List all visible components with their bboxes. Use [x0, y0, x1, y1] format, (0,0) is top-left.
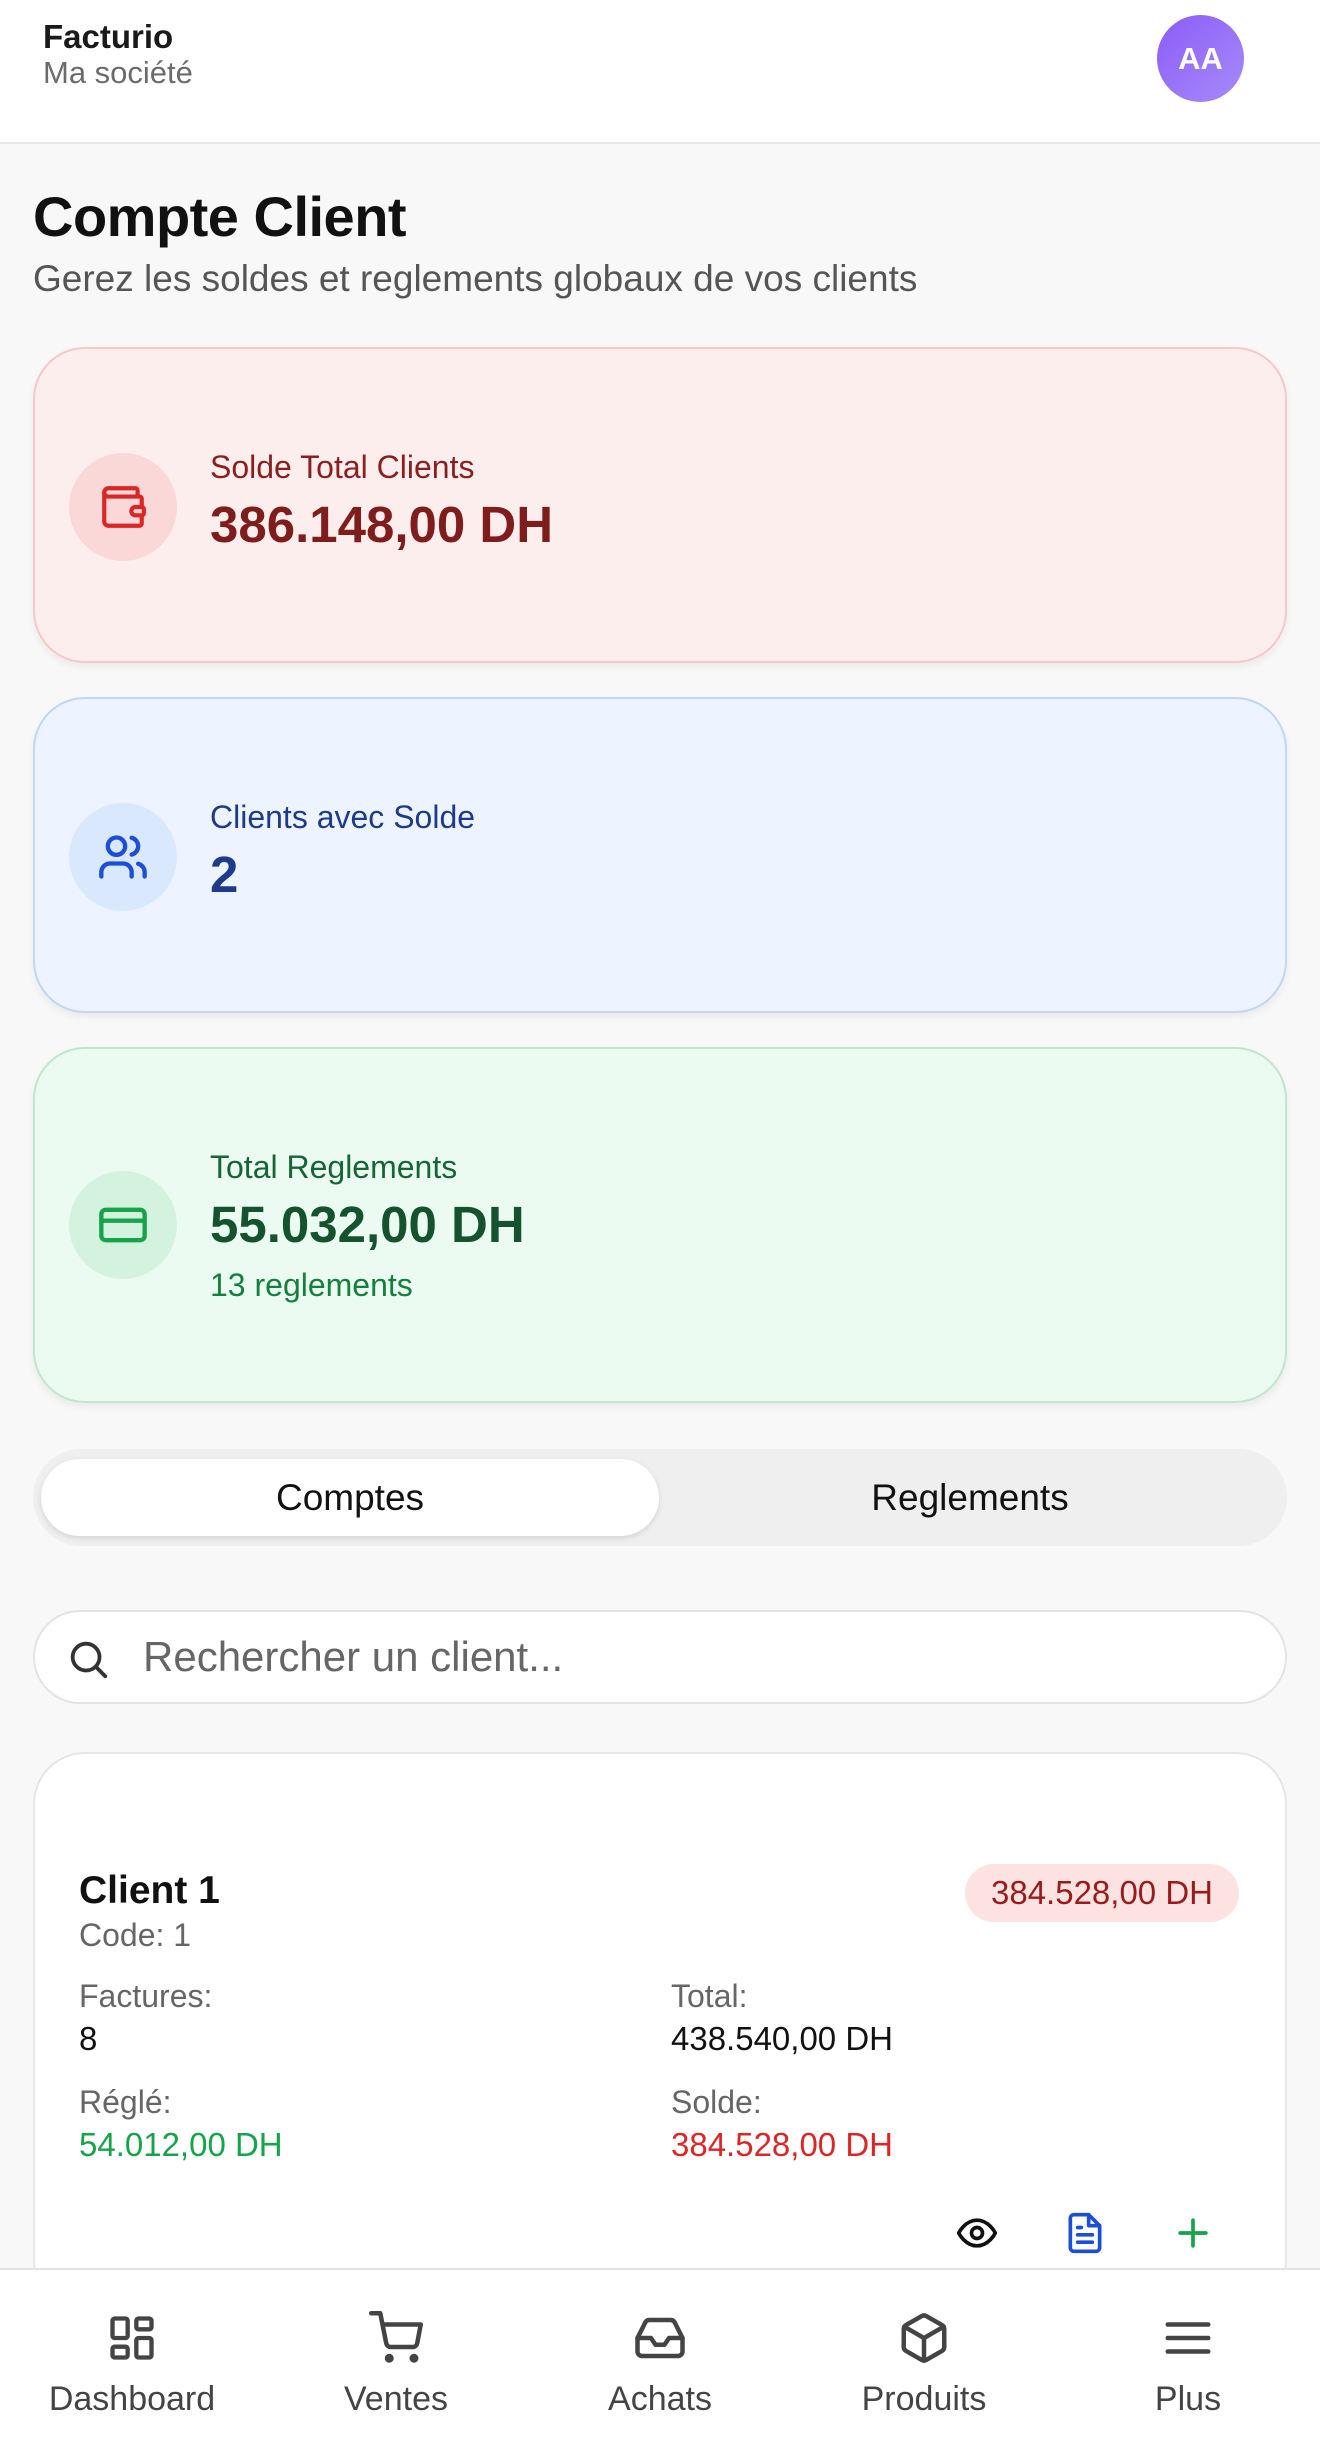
- nav-produits[interactable]: Produits: [792, 2270, 1056, 2445]
- search-bar: [33, 1610, 1287, 1704]
- credit-card-icon: [69, 1171, 177, 1279]
- stat-note: 13 reglements: [210, 1267, 413, 1303]
- stat-label: Clients avec Solde: [210, 799, 476, 835]
- stat-value: 386.148,00 DH: [210, 496, 554, 553]
- nav-ventes[interactable]: Ventes: [264, 2270, 528, 2445]
- client-code: Code: 1: [79, 1917, 192, 1953]
- paid-label: Réglé:: [79, 2084, 172, 2120]
- page-subtitle: Gerez les soldes et reglements globaux d…: [33, 258, 918, 299]
- invoices-label: Factures:: [79, 1978, 213, 2014]
- total-balance-card: Solde Total Clients 386.148,00 DH: [33, 347, 1287, 663]
- app-header: Facturio Ma société AA: [0, 0, 1320, 144]
- nav-label: Dashboard: [48, 2380, 216, 2418]
- inbox-icon: [633, 2310, 687, 2366]
- stat-value: 55.032,00 DH: [210, 1196, 525, 1253]
- add-payment-button[interactable]: [1168, 2210, 1218, 2260]
- eye-icon: [955, 2211, 999, 2260]
- users-icon: [69, 803, 177, 911]
- balance-badge: 384.528,00 DH: [965, 1864, 1239, 1922]
- view-button[interactable]: [952, 2210, 1002, 2260]
- company-name[interactable]: Ma société: [43, 55, 193, 91]
- nav-plus[interactable]: Plus: [1056, 2270, 1320, 2445]
- plus-icon: [1171, 2211, 1215, 2260]
- nav-achats[interactable]: Achats: [528, 2270, 792, 2445]
- total-payments-card: Total Reglements 55.032,00 DH 13 regleme…: [33, 1047, 1287, 1403]
- search-input[interactable]: [143, 1624, 1243, 1690]
- nav-label: Ventes: [344, 2380, 448, 2418]
- balance-value: 384.528,00 DH: [671, 2126, 893, 2163]
- stat-label: Total Reglements: [210, 1149, 458, 1185]
- clients-with-balance-card: Clients avec Solde 2: [33, 697, 1287, 1013]
- page-title: Compte Client: [33, 185, 407, 248]
- total-value: 438.540,00 DH: [671, 2020, 893, 2057]
- client-name: Client 1: [79, 1869, 220, 1912]
- invoices-value: 8: [79, 2020, 98, 2057]
- search-icon: [65, 1636, 111, 1687]
- box-icon: [897, 2310, 951, 2366]
- tab-comptes[interactable]: Comptes: [41, 1459, 659, 1536]
- client-card[interactable]: Client 1 Code: 1 384.528,00 DH Factures:…: [33, 1752, 1287, 2312]
- nav-label: Produits: [861, 2380, 987, 2418]
- wallet-icon: [69, 453, 177, 561]
- paid-value: 54.012,00 DH: [79, 2126, 283, 2163]
- menu-icon: [1161, 2310, 1215, 2366]
- dashboard-icon: [106, 2310, 158, 2366]
- balance-label: Solde:: [671, 2084, 762, 2120]
- stat-value: 2: [210, 846, 239, 903]
- brand-name: Facturio: [43, 18, 174, 55]
- statement-button[interactable]: [1060, 2210, 1110, 2260]
- tab-reglements[interactable]: Reglements: [661, 1459, 1279, 1536]
- stat-label: Solde Total Clients: [210, 449, 475, 485]
- cart-icon: [369, 2310, 423, 2366]
- total-label: Total:: [671, 1978, 748, 2014]
- bottom-nav: Dashboard Ventes Achats Produits Plus: [0, 2268, 1320, 2445]
- document-icon: [1063, 2211, 1107, 2260]
- nav-dashboard[interactable]: Dashboard: [0, 2270, 264, 2445]
- nav-label: Achats: [608, 2380, 712, 2418]
- view-tabs: Comptes Reglements: [33, 1449, 1287, 1546]
- avatar[interactable]: AA: [1157, 15, 1244, 102]
- nav-label: Plus: [1154, 2380, 1222, 2418]
